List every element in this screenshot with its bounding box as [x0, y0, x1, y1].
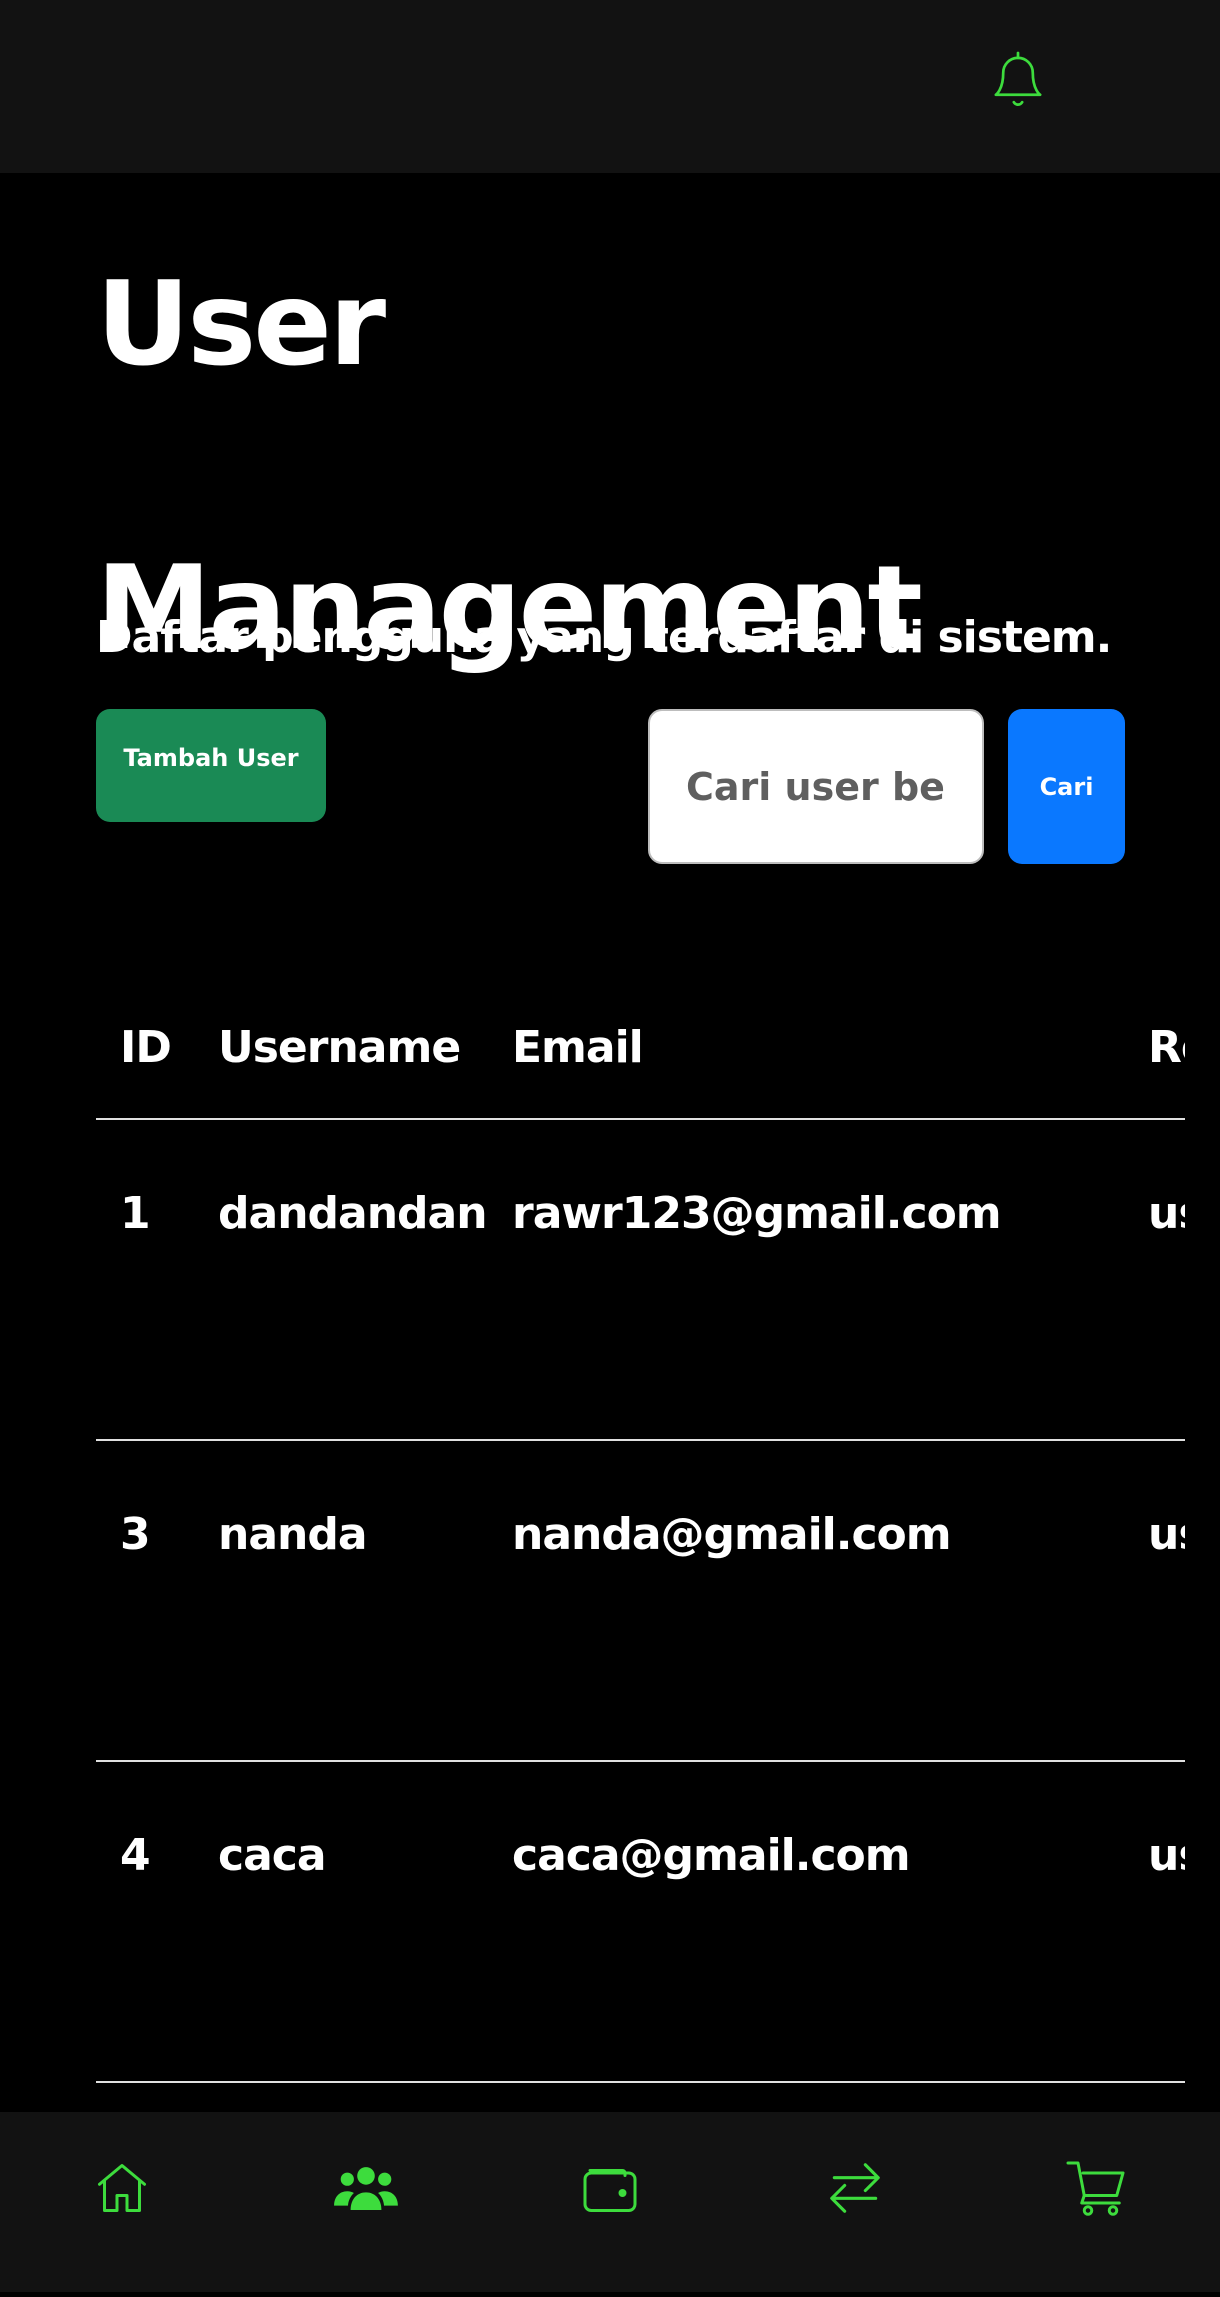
search-input[interactable]	[648, 709, 984, 864]
cell-email: nanda@gmail.com	[488, 1440, 1124, 1762]
nav-transfer[interactable]	[815, 2148, 895, 2228]
column-header-email: Email	[488, 930, 1124, 1120]
cell-username: dandandan	[194, 1119, 488, 1441]
column-header-username: Username	[194, 930, 488, 1120]
cell-email: caca@gmail.com	[488, 1761, 1124, 2083]
nav-users[interactable]	[326, 2148, 406, 2228]
column-header-role: Role	[1124, 930, 1185, 1120]
add-user-button[interactable]: Tambah User	[96, 709, 326, 822]
cell-role: user	[1124, 1761, 1185, 2083]
bottom-edge	[0, 2292, 1220, 2297]
user-table: ID Username Email Role 1 dandandan rawr1…	[96, 930, 1185, 2083]
bottom-nav	[0, 2112, 1220, 2292]
table-row[interactable]: 3 nanda nanda@gmail.com user	[96, 1440, 1185, 1762]
cell-username: nanda	[194, 1440, 488, 1762]
table-header-row: ID Username Email Role	[96, 930, 1185, 1120]
table-row[interactable]: 1 dandandan rawr123@gmail.com user	[96, 1119, 1185, 1441]
top-bar	[0, 0, 1220, 173]
home-icon	[90, 2158, 154, 2218]
page-subtitle: Daftar pengguna yang terdaftar di sistem…	[96, 612, 1112, 663]
cell-id: 4	[96, 1761, 194, 2083]
transfer-icon	[824, 2159, 886, 2217]
search-button[interactable]: Cari	[1008, 709, 1125, 864]
cell-role: user	[1124, 1440, 1185, 1762]
column-header-id: ID	[96, 930, 194, 1120]
nav-cart[interactable]	[1058, 2148, 1138, 2228]
cell-id: 3	[96, 1440, 194, 1762]
cell-username: caca	[194, 1761, 488, 2083]
user-table-container[interactable]: ID Username Email Role 1 dandandan rawr1…	[96, 930, 1185, 2140]
cell-role: user	[1124, 1119, 1185, 1441]
cell-id: 1	[96, 1119, 194, 1441]
nav-wallet[interactable]	[570, 2148, 650, 2228]
wallet-icon	[580, 2160, 640, 2216]
nav-home[interactable]	[82, 2148, 162, 2228]
cell-email: rawr123@gmail.com	[488, 1119, 1124, 1441]
table-row[interactable]: 4 caca caca@gmail.com user	[96, 1761, 1185, 2083]
bell-icon[interactable]	[988, 48, 1048, 112]
users-icon	[333, 2160, 399, 2216]
cart-icon	[1065, 2158, 1131, 2218]
